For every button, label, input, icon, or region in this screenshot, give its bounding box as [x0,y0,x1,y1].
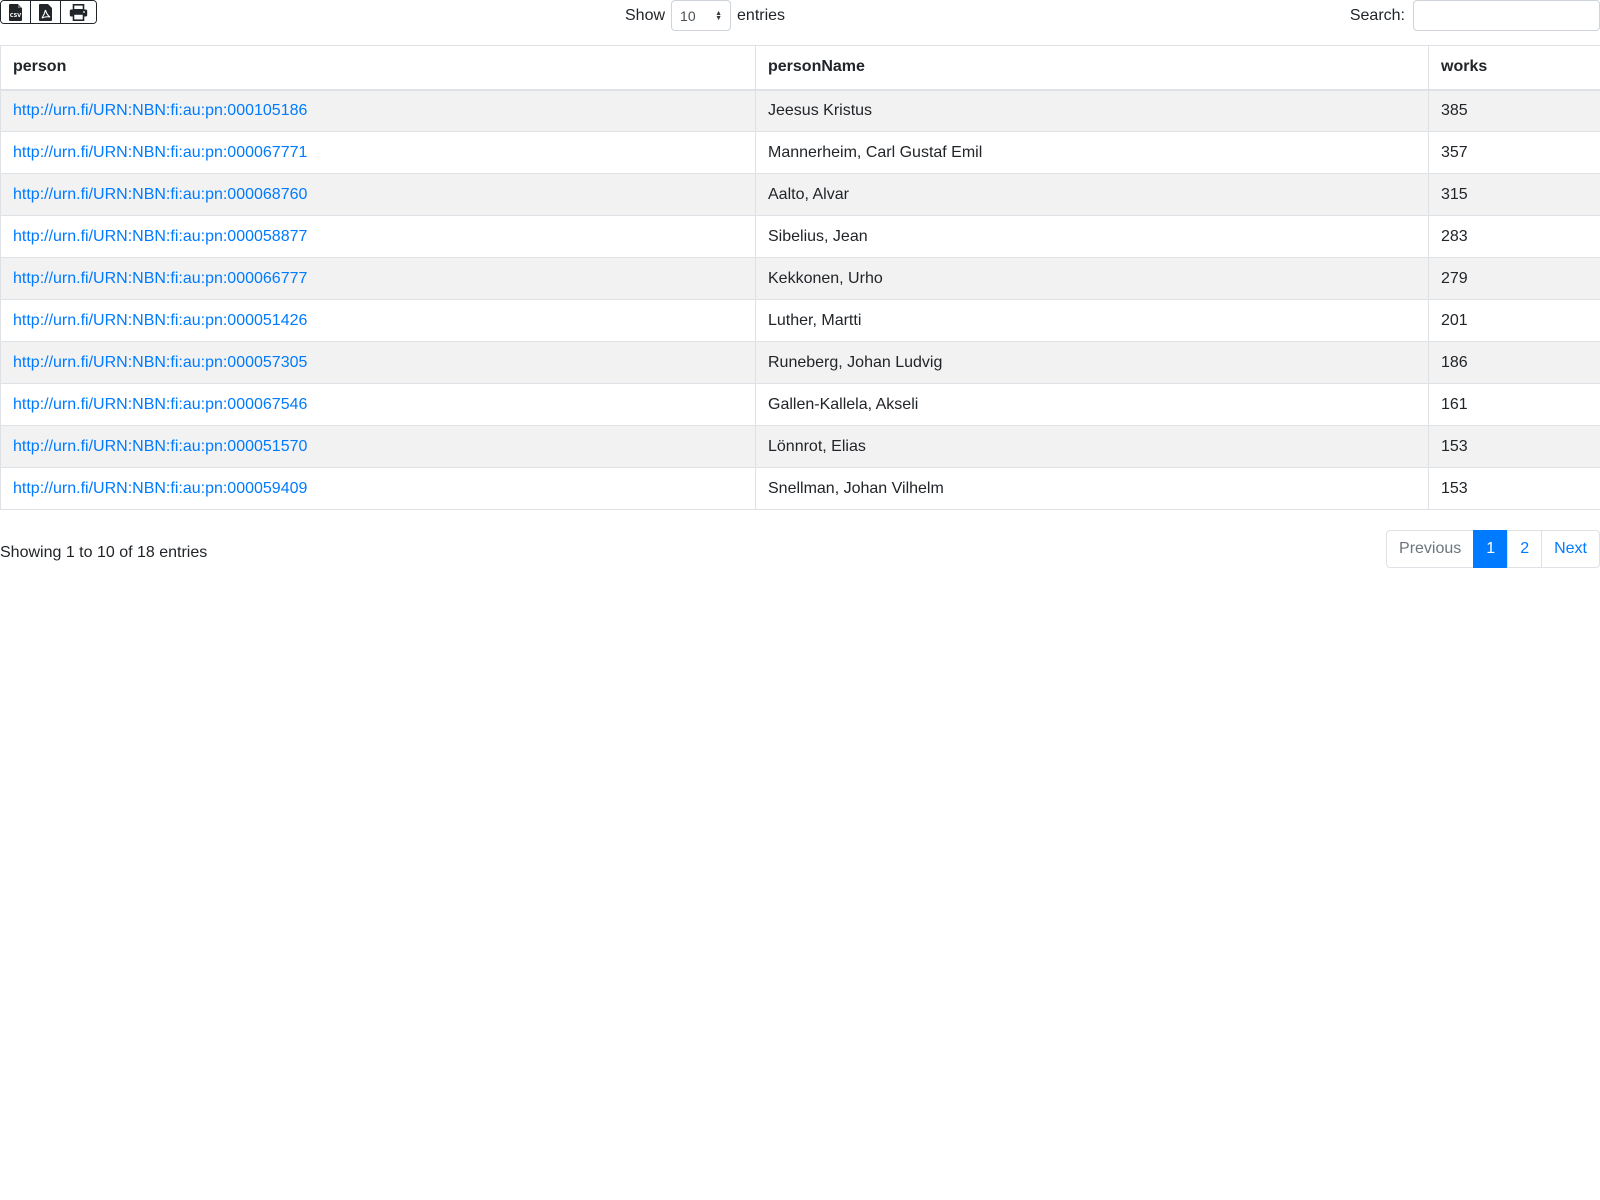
person-link[interactable]: http://urn.fi/URN:NBN:fi:au:pn:000058877 [13,228,307,245]
person-link[interactable]: http://urn.fi/URN:NBN:fi:au:pn:000051570 [13,438,307,455]
column-header-works[interactable]: works [1428,45,1600,91]
table-row: http://urn.fi/URN:NBN:fi:au:pn:000051570… [0,425,1600,468]
cell-person-name: Jeesus Kristus [755,89,1429,132]
cell-person: http://urn.fi/URN:NBN:fi:au:pn:000057305 [0,341,756,384]
cell-works: 283 [1428,215,1600,258]
cell-works: 153 [1428,425,1600,468]
pagination-page-1[interactable]: 1 [1473,530,1509,568]
table-row: http://urn.fi/URN:NBN:fi:au:pn:000068760… [0,173,1600,216]
entries-length-value: 10 [680,7,696,24]
table-info: Showing 1 to 10 of 18 entries [0,544,208,561]
entries-label: entries [737,7,786,24]
person-link[interactable]: http://urn.fi/URN:NBN:fi:au:pn:000057305 [13,354,307,371]
cell-person-name: Kekkonen, Urho [755,257,1429,300]
cell-person-name: Runeberg, Johan Ludvig [755,341,1429,384]
csv-export-button[interactable]: CSV [1,1,31,23]
column-header-person[interactable]: person [0,45,756,91]
export-button-group: CSV [0,0,97,24]
search-input[interactable] [1413,0,1600,31]
person-link[interactable]: http://urn.fi/URN:NBN:fi:au:pn:000051426 [13,312,307,329]
entries-length-control: Show 10 ▲ ▼ entries [625,0,785,31]
table-row: http://urn.fi/URN:NBN:fi:au:pn:000105186… [0,89,1600,132]
cell-person: http://urn.fi/URN:NBN:fi:au:pn:000051426 [0,299,756,342]
pagination-next[interactable]: Next [1541,530,1600,568]
search-control: Search: [1350,0,1600,31]
cell-works: 357 [1428,131,1600,174]
cell-works: 153 [1428,467,1600,510]
person-link[interactable]: http://urn.fi/URN:NBN:fi:au:pn:000067771 [13,144,307,161]
table-row: http://urn.fi/URN:NBN:fi:au:pn:000066777… [0,257,1600,300]
select-arrows-icon: ▲ ▼ [715,9,723,22]
cell-person: http://urn.fi/URN:NBN:fi:au:pn:000058877 [0,215,756,258]
pagination: Previous 1 2 Next [1386,530,1600,568]
cell-person-name: Luther, Martti [755,299,1429,342]
person-link[interactable]: http://urn.fi/URN:NBN:fi:au:pn:000059409 [13,480,307,497]
cell-works: 315 [1428,173,1600,216]
table-row: http://urn.fi/URN:NBN:fi:au:pn:000051426… [0,299,1600,342]
column-header-personname[interactable]: personName [755,45,1429,91]
table-body: http://urn.fi/URN:NBN:fi:au:pn:000105186… [0,89,1600,510]
cell-person: http://urn.fi/URN:NBN:fi:au:pn:000051570 [0,425,756,468]
table-header-row: person personName works [0,45,1600,91]
cell-person-name: Aalto, Alvar [755,173,1429,216]
show-label: Show [625,7,666,24]
person-link[interactable]: http://urn.fi/URN:NBN:fi:au:pn:000105186 [13,102,307,119]
results-table: person personName works http://urn.fi/UR… [0,45,1600,510]
search-label: Search: [1349,6,1405,24]
table-row: http://urn.fi/URN:NBN:fi:au:pn:000059409… [0,467,1600,510]
table-row: http://urn.fi/URN:NBN:fi:au:pn:000057305… [0,341,1600,384]
cell-person: http://urn.fi/URN:NBN:fi:au:pn:000105186 [0,89,756,132]
cell-person-name: Sibelius, Jean [755,215,1429,258]
pagination-page-2[interactable]: 2 [1507,530,1543,568]
cell-works: 161 [1428,383,1600,426]
table-row: http://urn.fi/URN:NBN:fi:au:pn:000067546… [0,383,1600,426]
cell-person-name: Mannerheim, Carl Gustaf Emil [755,131,1429,174]
entries-length-select[interactable]: 10 ▲ ▼ [671,0,732,31]
csv-icon-text: CSV [9,13,20,19]
csv-file-icon: CSV [8,3,22,21]
pdf-export-button[interactable] [31,1,61,23]
cell-works: 186 [1428,341,1600,384]
table-row: http://urn.fi/URN:NBN:fi:au:pn:000058877… [0,215,1600,258]
datatable-page: CSV Show 10 ▲ ▼ entries Search: person p… [0,0,1600,1200]
pdf-file-icon [38,3,52,21]
cell-person: http://urn.fi/URN:NBN:fi:au:pn:000067546 [0,383,756,426]
cell-person-name: Lönnrot, Elias [755,425,1429,468]
print-icon [69,3,88,21]
cell-works: 279 [1428,257,1600,300]
cell-person: http://urn.fi/URN:NBN:fi:au:pn:000068760 [0,173,756,216]
cell-person: http://urn.fi/URN:NBN:fi:au:pn:000059409 [0,467,756,510]
cell-person-name: Snellman, Johan Vilhelm [755,467,1429,510]
person-link[interactable]: http://urn.fi/URN:NBN:fi:au:pn:000066777 [13,270,307,287]
cell-works: 385 [1428,89,1600,132]
print-button[interactable] [61,1,96,23]
cell-works: 201 [1428,299,1600,342]
cell-person-name: Gallen-Kallela, Akseli [755,383,1429,426]
person-link[interactable]: http://urn.fi/URN:NBN:fi:au:pn:000068760 [13,186,307,203]
results-table-container: person personName works http://urn.fi/UR… [0,45,1600,510]
pagination-previous[interactable]: Previous [1386,530,1475,568]
cell-person: http://urn.fi/URN:NBN:fi:au:pn:000066777 [0,257,756,300]
person-link[interactable]: http://urn.fi/URN:NBN:fi:au:pn:000067546 [13,396,307,413]
cell-person: http://urn.fi/URN:NBN:fi:au:pn:000067771 [0,131,756,174]
table-row: http://urn.fi/URN:NBN:fi:au:pn:000067771… [0,131,1600,174]
